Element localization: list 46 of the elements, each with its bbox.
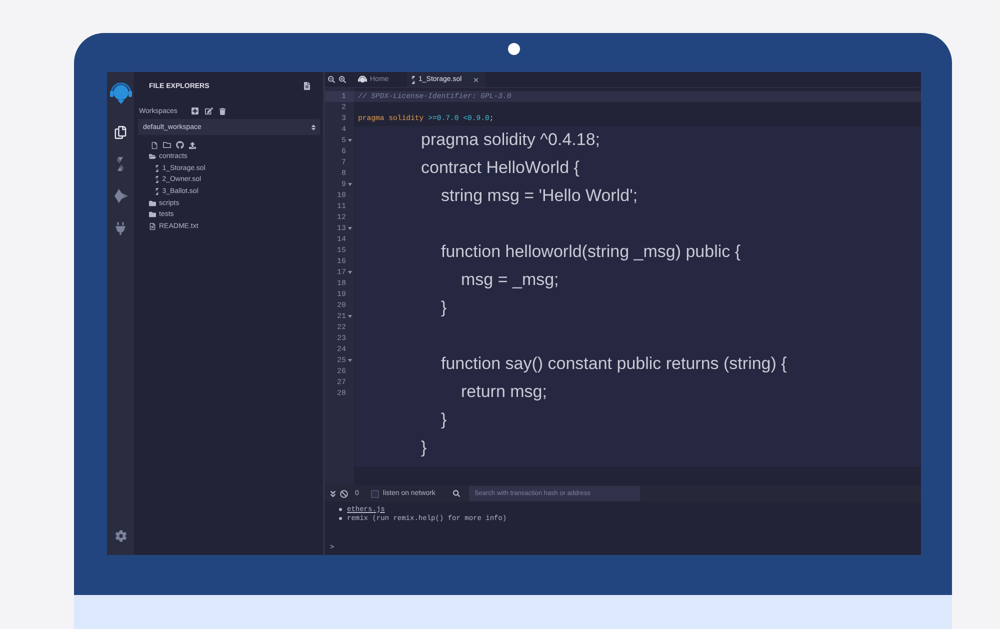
- ban-icon[interactable]: [340, 490, 348, 498]
- code-snippet-line: pragma solidity ^0.4.18;: [421, 129, 600, 151]
- solidity-file-icon: [155, 188, 160, 196]
- code-snippet-line: function helloworld(string _msg) public {: [441, 241, 741, 263]
- code-snippet-line: msg = _msg;: [461, 269, 559, 291]
- chevrons-down-icon[interactable]: [329, 490, 337, 498]
- settings-icon[interactable]: [114, 530, 126, 542]
- bullet-icon: [339, 517, 342, 520]
- diamond-arrow-icon[interactable]: [114, 189, 128, 203]
- code-snippet-line: function say() constant public returns (string) {: [441, 353, 787, 375]
- new-folder-icon[interactable]: [163, 141, 171, 149]
- code-snippet-line: return msg;: [461, 381, 547, 403]
- updown-caret-icon: [310, 124, 317, 130]
- close-icon[interactable]: [472, 76, 479, 82]
- solidity-file-icon: [155, 176, 160, 184]
- upload-icon[interactable]: [189, 142, 196, 148]
- edit-icon[interactable]: [205, 107, 214, 115]
- fold-icon[interactable]: [348, 359, 352, 362]
- trash-icon[interactable]: [219, 108, 226, 114]
- code-snippet-line: string msg = 'Hello World';: [441, 185, 638, 207]
- document-icon[interactable]: [303, 82, 311, 90]
- zoom-in-icon[interactable]: [339, 76, 346, 83]
- github-icon[interactable]: [176, 141, 184, 149]
- new-file-icon[interactable]: [151, 142, 158, 148]
- fold-icon[interactable]: [348, 271, 352, 274]
- code-snippet-line: }: [421, 437, 427, 459]
- headset-logo-icon[interactable]: [108, 80, 132, 104]
- fold-icon[interactable]: [348, 183, 352, 186]
- checkbox[interactable]: [370, 490, 379, 498]
- headset-icon: [358, 75, 367, 84]
- solidity-file-icon: [155, 164, 160, 172]
- code-snippet-line: }: [441, 297, 447, 319]
- search-icon[interactable]: [453, 490, 460, 497]
- solidity-file-icon: [410, 76, 416, 84]
- text-file-icon: [149, 222, 156, 230]
- fold-icon[interactable]: [348, 315, 352, 318]
- camera-dot-icon: [508, 43, 520, 55]
- fold-icon[interactable]: [348, 227, 352, 230]
- code-snippet-line: contract HelloWorld {: [421, 157, 580, 179]
- solidity-icon[interactable]: [116, 157, 125, 171]
- bullet-icon: [339, 508, 342, 511]
- files-icon[interactable]: [114, 126, 127, 138]
- zoom-out-icon[interactable]: [328, 76, 335, 83]
- plug-icon[interactable]: [114, 222, 127, 234]
- code-snippet-line: }: [441, 409, 447, 431]
- fold-icon[interactable]: [348, 139, 352, 142]
